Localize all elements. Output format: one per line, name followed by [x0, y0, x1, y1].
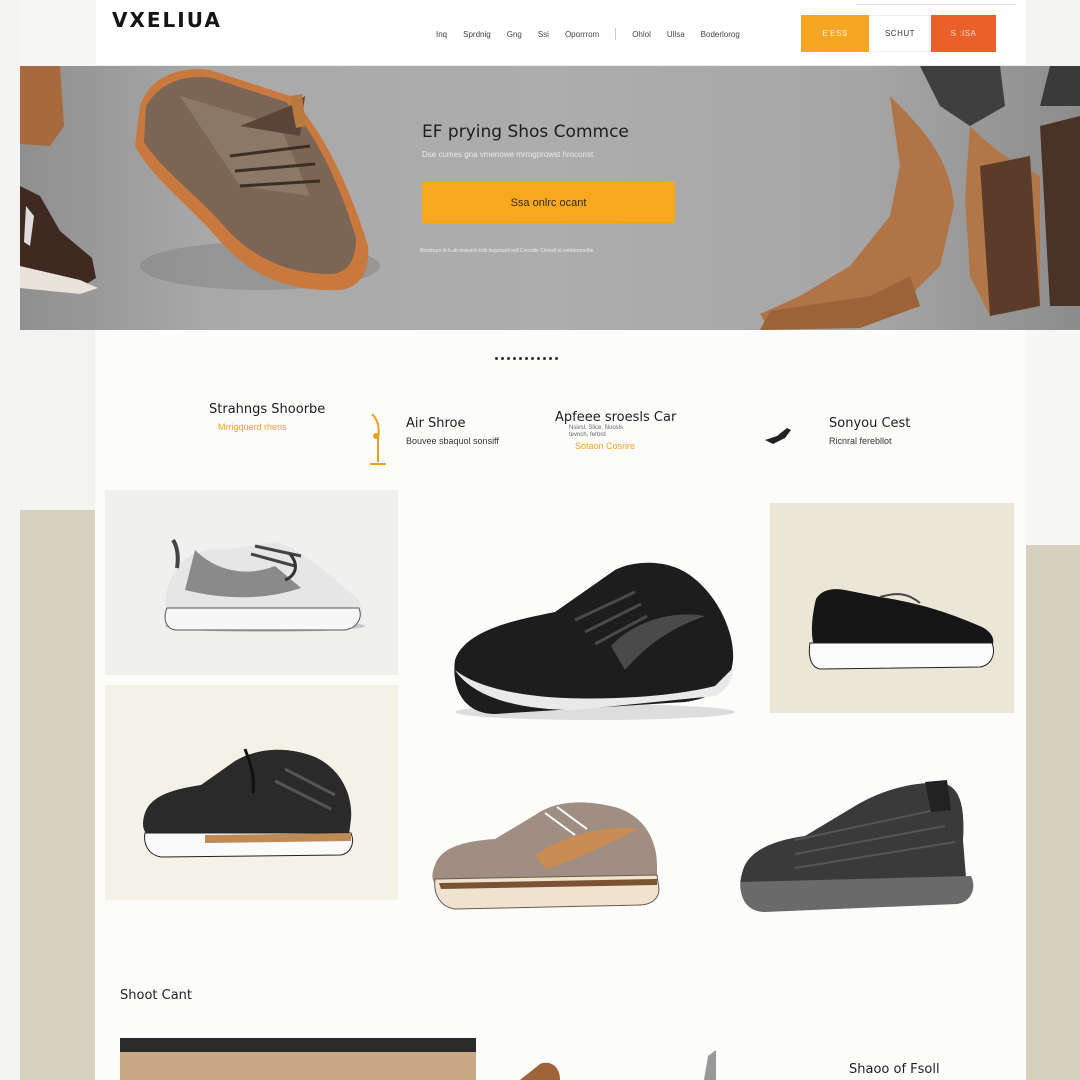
nav-link[interactable]: Gng — [507, 30, 522, 40]
logo[interactable]: VXELIUA — [112, 8, 222, 32]
hero-title: EF prying Shos Commce — [422, 122, 629, 142]
nav-link[interactable]: Ssi — [538, 30, 549, 40]
feature-item[interactable]: Strahngs Shoorbe Mrrigquerd rhens — [209, 402, 325, 432]
product-image — [432, 802, 660, 910]
feature-subtitle: Bouvee sbaquol sonsiff — [406, 436, 499, 446]
nav-link[interactable]: Oporrrom — [565, 30, 599, 40]
feature-title: Strahngs Shoorbe — [209, 402, 326, 417]
nav-divider — [615, 28, 617, 40]
section-title-cart: Shoot Cant — [120, 988, 193, 1003]
lamp-icon — [370, 413, 386, 465]
nav-link[interactable]: Boderlorog — [701, 30, 740, 40]
feature-subtitle: Sotaon Cosrire — [575, 441, 636, 451]
feature-meta: Nsivsl, Slice, Noosls — [569, 425, 624, 431]
search-bar[interactable] — [856, 0, 1016, 5]
main-nav: Inq Sprdnig Gng Ssi Oporrrom Ohlol Ullsa… — [436, 28, 740, 40]
feature-item[interactable]: Air Shroe Bouvee sbaquol sonsiff — [406, 416, 499, 446]
product-card[interactable] — [105, 490, 398, 675]
hero-boots-image — [760, 66, 1080, 330]
product-card[interactable] — [105, 685, 398, 900]
hero-subtitle: Dse cumes gna vmenowe mrmgprowst hrocons… — [422, 150, 594, 159]
shop-now-button[interactable]: Ssa onlrc ocant — [422, 182, 675, 223]
sneaker-icon — [765, 428, 791, 444]
feature-item[interactable]: Sonyou Cest Ricnral ferebllot — [829, 416, 910, 446]
nav-link[interactable]: Ullsa — [667, 30, 685, 40]
boot-left-image — [20, 66, 98, 294]
section-title-sale: Shaoo of Fsoll — [849, 1062, 940, 1077]
product-image — [740, 780, 974, 912]
product-image — [454, 562, 735, 720]
background-band — [1026, 330, 1080, 545]
feature-title: Air Shroe — [406, 416, 466, 431]
header-red-button[interactable]: S :ISA — [931, 15, 996, 52]
hero-banner: EF prying Shos Commce Dse cumes gna vmen… — [20, 66, 1080, 330]
product-card[interactable] — [770, 503, 1014, 713]
shoe-box-image — [120, 1038, 476, 1080]
background-band — [20, 510, 95, 1080]
section-dots — [495, 357, 558, 360]
site-header: VXELIUA Inq Sprdnig Gng Ssi Oporrrom Ohl… — [96, 0, 1026, 66]
header-orange-button[interactable]: E'ESS — [801, 15, 869, 52]
product-card[interactable] — [425, 785, 675, 920]
feature-title: Sonyou Cest — [829, 416, 911, 431]
background-band — [1026, 545, 1080, 1080]
product-card[interactable] — [735, 770, 995, 920]
feature-title: Apfeee sroesls Car — [555, 410, 677, 425]
product-panel: Strahngs Shoorbe Mrrigquerd rhens Air Sh… — [95, 330, 1026, 1080]
nav-link[interactable]: Sprdnig — [463, 30, 491, 40]
background-band — [20, 0, 96, 66]
product-image — [143, 748, 354, 858]
nav-link[interactable]: Ohlol — [632, 30, 651, 40]
shoe-thumbnail — [520, 1050, 716, 1080]
feature-item[interactable]: Apfeee sroesls Car Nsivsl, Slice, Noosls… — [555, 410, 676, 451]
header-search-button[interactable]: SCHUT — [869, 15, 931, 52]
feature-subtitle: Mrrigquerd rhens — [218, 422, 287, 432]
product-image — [164, 538, 365, 632]
product-card[interactable] — [415, 500, 765, 730]
feature-meta: tevnch, ferbrd — [569, 432, 606, 438]
feature-subtitle: Ricnral ferebllot — [829, 436, 892, 446]
hero-fine-print: Besdnuro ib b.ab msioinln brlb bsgciraol… — [420, 248, 594, 254]
hero-shoe-image — [135, 69, 380, 291]
product-image — [808, 589, 994, 670]
nav-link[interactable]: Inq — [436, 30, 447, 40]
